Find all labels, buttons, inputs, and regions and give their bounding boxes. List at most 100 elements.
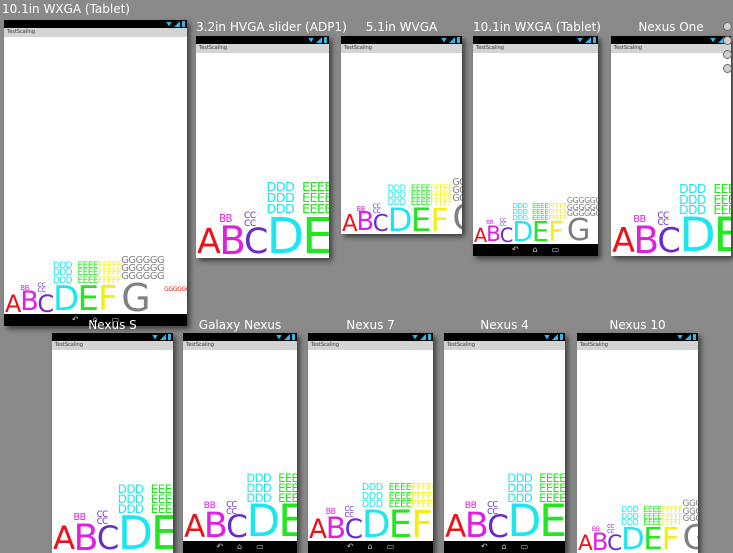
letter-big: C (657, 221, 680, 256)
letter-group: A (578, 530, 593, 553)
device-screen: TestScaling ABBBCCCCCDDDDDDDDDDEEEEEEEEEE… (308, 333, 433, 553)
wifi-icon (276, 334, 282, 340)
battery-icon (182, 21, 185, 27)
letter-big: E (278, 496, 297, 548)
app-title-bar: TestScaling (52, 341, 173, 350)
app-title-bar: TestScaling (196, 44, 329, 53)
letter-big: C (499, 223, 513, 247)
letter-big: A (578, 530, 593, 553)
letter-big: C (96, 519, 120, 553)
app-title-bar: TestScaling (473, 44, 598, 53)
letter-big: G (682, 517, 698, 553)
letter-group: A (197, 222, 221, 258)
device-name: 10.1in WXGA (Tablet) (473, 20, 601, 34)
device-preview[interactable]: 10.1in WXGA (Tablet) TestScaling A BB B CC CC C… (0, 0, 200, 326)
letter-big: E (388, 502, 413, 547)
recents-icon[interactable]: ▭ (387, 541, 395, 553)
home-icon[interactable]: ⌂ (237, 541, 242, 553)
device-preview[interactable]: Nexus 7 TestScaling A BB B CC CC C DDD DDD DDD D EEE… (308, 316, 433, 553)
signal-icon (316, 37, 322, 43)
letter-group: CC CC C (96, 510, 120, 553)
letter-group: GGGGGGGGGGGGGGGGGGG (452, 178, 462, 234)
app-title-bar: TestScaling (444, 341, 565, 350)
device-preview[interactable]: Nexus 10 TestScaling A BB B CC CC C DDD DDD DDD D EE… (577, 316, 698, 553)
letter-big: A (342, 210, 358, 234)
zoom-fit-icon[interactable] (723, 64, 732, 73)
battery-icon (457, 37, 460, 43)
letter-big: B (356, 207, 374, 234)
letter-big: B (219, 218, 246, 258)
status-bar (444, 333, 565, 341)
device-screen: TestScaling ABBBCCCCCDDDDDDDDDDEEEEEEEEEE… (444, 333, 565, 553)
device-screen: TestScaling ABBBCCCCCDDDDDDDDDDEEEEEEEEEE… (577, 333, 698, 553)
device-name: Nexus 10 (609, 318, 666, 332)
device-screen: TestScaling ABBBCCCCCDDDDDDDDDDEEEEEEEEEE… (611, 36, 731, 256)
recents-icon[interactable]: ▭ (521, 541, 529, 553)
zoom-out-icon[interactable] (723, 36, 732, 45)
letter-big: F (411, 502, 432, 547)
letter-group: EEEEEEEEEEEEE (388, 483, 413, 547)
letter-big: E (410, 200, 431, 234)
home-icon[interactable]: ⌂ (502, 541, 507, 553)
device-preview[interactable]: 5.1in WVGA TestScaling A BB B CC CC C DDD DDD DDD D… (341, 18, 462, 234)
letter-group: CC CC C (37, 282, 54, 316)
letter-group: FFFFFFFFFFFFFFFF (661, 505, 683, 553)
device-preview[interactable]: Nexus 4 TestScaling A BB B CC CC C DDD DDD DDD D EEE… (444, 316, 565, 553)
letter-group: A (474, 225, 487, 245)
battery-icon (292, 334, 295, 340)
letter-big: D (679, 207, 716, 256)
device-preview[interactable]: 3.2in HVGA slider (ADP1) TestScaling A BB B C… (196, 18, 347, 258)
status-icons (677, 333, 696, 341)
letter-group: A (342, 210, 358, 234)
letter-big: A (197, 222, 221, 258)
letter-big: D (117, 505, 153, 553)
back-icon[interactable]: ↶ (512, 244, 519, 256)
letter-big: D (621, 522, 645, 553)
wifi-icon (710, 37, 716, 43)
back-icon[interactable]: ↶ (481, 541, 488, 553)
letter-group: EEEEEEEEEEEEE (302, 182, 329, 258)
home-icon[interactable]: ⌂ (533, 244, 538, 256)
signal-icon (552, 334, 558, 340)
device-preview[interactable]: Nexus S TestScaling A BB B CC CC C DDD DDD DDD D EEE… (52, 316, 173, 553)
letter-group: BB B (592, 526, 609, 553)
zoom-in-icon[interactable] (723, 22, 732, 31)
device-screen: TestScaling ABBBCCCCCDDDDDDDDDDEEEEEEEEEE… (341, 36, 462, 234)
scaling-letters: ABBBCCCCCDDDDDDDDDDEEEEEEEEEEEEEFFFFFFFF… (474, 197, 598, 248)
letter-group: DDD DDD DDD D (53, 261, 79, 316)
scaling-letters: ABBBCCCCCDDDDDDDDDDEEEEEEEEEEEEEFFFFFFFF… (5, 255, 187, 318)
device-name: Galaxy Nexus (198, 318, 282, 332)
device-preview[interactable]: Nexus One TestScaling A BB B CC CC C DDD DDD DDD D E… (611, 18, 731, 256)
app-title-bar: TestScaling (611, 44, 731, 53)
device-name: Nexus S (88, 318, 137, 332)
letter-group: BB B (204, 502, 228, 543)
home-icon[interactable]: ⌂ (368, 541, 373, 553)
status-bar (308, 333, 433, 341)
letter-big: C (344, 513, 363, 545)
device-preview[interactable]: Galaxy Nexus TestScaling A BB B CC CC C DDD DDD DD… (183, 316, 297, 553)
recents-icon[interactable]: ▭ (256, 541, 264, 553)
device-preview[interactable]: 10.1in WXGA (Tablet) TestScaling A BB B CC CC C… (473, 18, 601, 256)
back-icon[interactable]: ↶ (216, 541, 223, 553)
letter-big: D (387, 200, 413, 234)
app-title-bar: TestScaling (183, 341, 297, 350)
letter-big: C (487, 509, 509, 546)
letter-big: A (5, 289, 21, 318)
letter-big: D (266, 207, 305, 258)
recents-icon[interactable]: ▭ (552, 244, 560, 256)
status-bar (52, 333, 173, 341)
device-screen: TestScaling ABBBCCCCCDDDDDDDDDDEEEEEEEEEE… (183, 333, 297, 553)
back-icon[interactable]: ↶ (347, 541, 354, 553)
device-name: Nexus 7 (346, 318, 395, 332)
zoom-actual-icon[interactable] (723, 50, 732, 59)
letter-group: BB B (219, 215, 246, 258)
scaling-letters: ABBBCCCCCDDDDDDDDDDEEEEEEEEEEEEEFFFFFFFF… (309, 478, 433, 547)
app-title-bar: TestScaling (341, 44, 462, 53)
letter-big: F (661, 522, 680, 553)
letter-big: B (20, 286, 39, 318)
scaling-letters: ABBBCCCCCDDDDDDDDDDEEEEEEEEEEEEEFFFFFFFF… (612, 176, 731, 256)
letter-group: DDD DDD DDD D (679, 183, 716, 256)
status-icons (441, 36, 460, 44)
letter-big: F (548, 216, 564, 248)
device-name: 5.1in WVGA (365, 20, 438, 34)
